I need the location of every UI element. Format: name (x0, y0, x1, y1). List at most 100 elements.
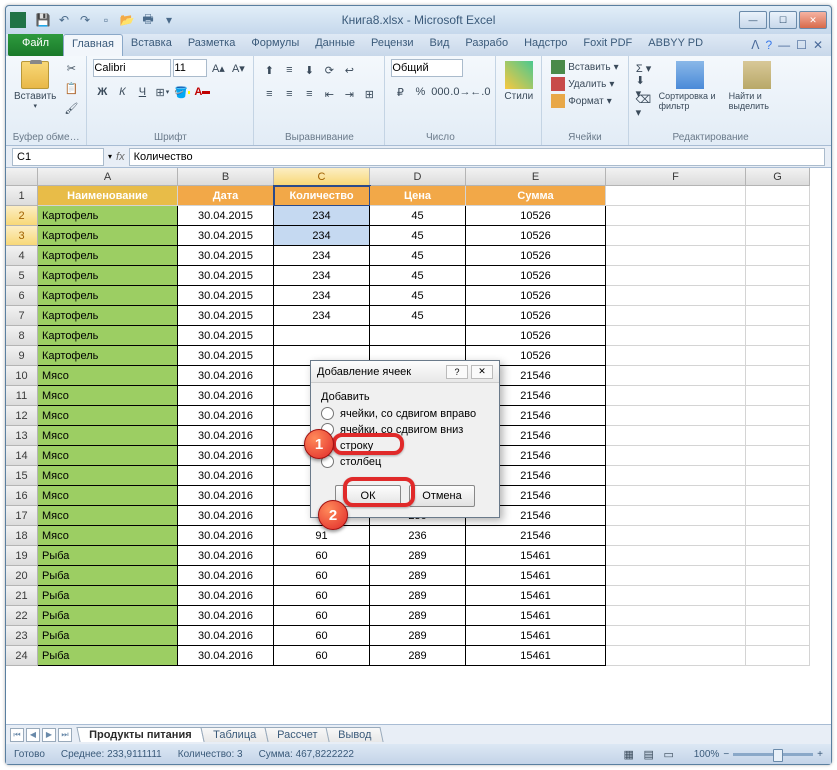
cell[interactable]: Мясо (38, 366, 178, 386)
cell[interactable]: 30.04.2016 (178, 486, 274, 506)
cell[interactable]: Картофель (38, 346, 178, 366)
bold-button[interactable]: Ж (93, 83, 111, 101)
cell[interactable] (606, 546, 746, 566)
cell[interactable]: 45 (370, 306, 466, 326)
option-entire-row[interactable]: строку (321, 439, 489, 452)
normal-view-icon[interactable]: ▦ (620, 745, 638, 763)
font-name-select[interactable] (93, 59, 171, 77)
cell[interactable]: 30.04.2016 (178, 646, 274, 666)
row-header-13[interactable]: 13 (6, 426, 38, 446)
row-header-18[interactable]: 18 (6, 526, 38, 546)
insert-cells-button[interactable]: Вставить ▾ (548, 59, 621, 75)
cell[interactable] (746, 306, 810, 326)
open-icon[interactable]: 📂 (118, 11, 136, 29)
cell[interactable]: Картофель (38, 286, 178, 306)
sheet-prev-icon[interactable]: ◀ (26, 728, 40, 742)
cell[interactable] (606, 306, 746, 326)
dialog-help-icon[interactable]: ? (446, 365, 468, 379)
cell[interactable] (606, 226, 746, 246)
orientation-icon[interactable]: ⟳ (320, 61, 338, 79)
cell[interactable]: 21546 (466, 526, 606, 546)
select-all-corner[interactable] (6, 168, 38, 186)
cell[interactable]: Картофель (38, 246, 178, 266)
font-color-icon[interactable]: A (193, 83, 211, 101)
increase-decimal-icon[interactable]: .0→ (451, 83, 469, 101)
column-header-D[interactable]: D (370, 168, 466, 186)
cell[interactable]: 10526 (466, 266, 606, 286)
format-cells-button[interactable]: Формат ▾ (548, 93, 621, 109)
cell[interactable]: 289 (370, 626, 466, 646)
cell[interactable] (746, 606, 810, 626)
cell[interactable] (746, 486, 810, 506)
cell[interactable]: 45 (370, 246, 466, 266)
cell[interactable] (606, 486, 746, 506)
cell[interactable] (606, 346, 746, 366)
cell[interactable]: 91 (274, 526, 370, 546)
row-header-14[interactable]: 14 (6, 446, 38, 466)
cell[interactable] (746, 586, 810, 606)
zoom-out-icon[interactable]: − (723, 749, 729, 760)
row-header-7[interactable]: 7 (6, 306, 38, 326)
cell[interactable]: Мясо (38, 466, 178, 486)
ribbon-min-icon[interactable]: — (778, 38, 790, 52)
cell[interactable] (746, 506, 810, 526)
cell[interactable] (746, 426, 810, 446)
row-header-4[interactable]: 4 (6, 246, 38, 266)
cell[interactable]: Картофель (38, 326, 178, 346)
cell[interactable] (606, 426, 746, 446)
cell[interactable] (606, 566, 746, 586)
currency-icon[interactable]: ₽ (391, 83, 409, 101)
align-right-icon[interactable]: ≡ (300, 85, 318, 103)
cell[interactable] (746, 326, 810, 346)
cell[interactable] (746, 246, 810, 266)
align-left-icon[interactable]: ≡ (260, 85, 278, 103)
cell[interactable] (606, 506, 746, 526)
cell[interactable]: Мясо (38, 486, 178, 506)
sheet-tab-0[interactable]: Продукты питания (76, 727, 204, 742)
cell[interactable]: 234 (274, 226, 370, 246)
cell[interactable]: Мясо (38, 446, 178, 466)
formula-input[interactable] (129, 148, 825, 166)
column-header-B[interactable]: B (178, 168, 274, 186)
cell[interactable]: 289 (370, 586, 466, 606)
cell[interactable] (274, 326, 370, 346)
option-entire-column[interactable]: столбец (321, 455, 489, 468)
cell[interactable]: 45 (370, 226, 466, 246)
sheet-tab-1[interactable]: Таблица (200, 727, 268, 742)
cell[interactable]: 289 (370, 566, 466, 586)
cell[interactable]: 30.04.2016 (178, 366, 274, 386)
paste-button[interactable]: Вставить▾ (12, 59, 58, 112)
row-header-8[interactable]: 8 (6, 326, 38, 346)
cell[interactable]: 60 (274, 546, 370, 566)
cut-icon[interactable]: ✂ (62, 59, 80, 77)
align-center-icon[interactable]: ≡ (280, 85, 298, 103)
redo-icon[interactable]: ↷ (76, 11, 94, 29)
zoom-slider[interactable] (733, 753, 813, 756)
cell[interactable] (606, 186, 746, 206)
row-header-3[interactable]: 3 (6, 226, 38, 246)
cell[interactable] (606, 326, 746, 346)
row-header-9[interactable]: 9 (6, 346, 38, 366)
cell[interactable]: 60 (274, 626, 370, 646)
cell[interactable]: Рыба (38, 566, 178, 586)
row-header-22[interactable]: 22 (6, 606, 38, 626)
page-layout-view-icon[interactable]: ▤ (640, 745, 658, 763)
ribbon-tab-5[interactable]: Рецензи (363, 34, 422, 56)
ribbon-tab-8[interactable]: Надстро (516, 34, 575, 56)
cell[interactable]: 234 (274, 266, 370, 286)
cell[interactable] (746, 646, 810, 666)
ribbon-tab-9[interactable]: Foxit PDF (575, 34, 640, 56)
cell[interactable]: 30.04.2016 (178, 586, 274, 606)
cell[interactable]: Мясо (38, 406, 178, 426)
decrease-decimal-icon[interactable]: ←.0 (471, 83, 489, 101)
cell[interactable] (606, 466, 746, 486)
cell[interactable]: 10526 (466, 326, 606, 346)
sheet-last-icon[interactable]: ⏭ (58, 728, 72, 742)
qat-dropdown-icon[interactable]: ▾ (160, 11, 178, 29)
cell[interactable]: 289 (370, 606, 466, 626)
sheet-tab-2[interactable]: Рассчет (264, 727, 330, 742)
sheet-tab-3[interactable]: Вывод (326, 727, 384, 742)
cell[interactable]: 60 (274, 646, 370, 666)
minimize-button[interactable]: — (739, 11, 767, 29)
cell[interactable]: Сумма (466, 186, 606, 206)
